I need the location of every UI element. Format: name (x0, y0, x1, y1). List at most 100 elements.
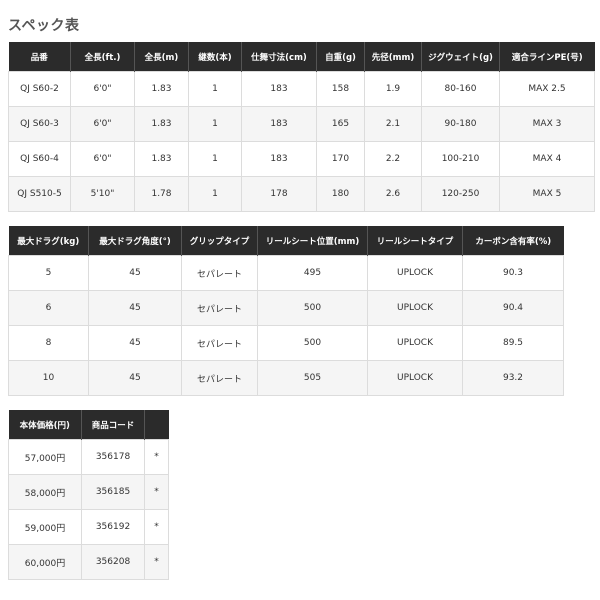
table-cell: 90.3 (462, 255, 564, 291)
spec-table: 品番 全長(ft.) 全長(m) 継数(本) 仕舞寸法(cm) 自重(g) 先径… (8, 42, 595, 212)
header-cell: リールシート位置(mm) (257, 226, 368, 256)
table-cell: 180 (316, 176, 365, 212)
table-cell: 356208 (81, 544, 145, 580)
table-cell: QJ S510-5 (8, 176, 71, 212)
header-cell: 適合ラインPE(号) (499, 42, 595, 72)
table-cell: 6 (8, 290, 89, 326)
table-cell: 1.83 (134, 141, 189, 177)
table-cell: 165 (316, 106, 365, 142)
table-cell: 80-160 (421, 71, 500, 107)
table-cell: 500 (257, 290, 368, 326)
table-cell: 89.5 (462, 325, 564, 361)
table-row: QJ S510-5 5'10" 1.78 1 178 180 2.6 120-2… (8, 176, 595, 212)
table-header-row: 本体価格(円) 商品コード (8, 410, 169, 440)
price-table: 本体価格(円) 商品コード 57,000円 356178 * 58,000円 3… (8, 410, 169, 580)
table-cell: 158 (316, 71, 365, 107)
table-row: QJ S60-4 6'0" 1.83 1 183 170 2.2 100-210… (8, 141, 595, 177)
table-cell: MAX 4 (499, 141, 595, 177)
table-cell: 1.83 (134, 71, 189, 107)
table-cell: UPLOCK (367, 290, 463, 326)
header-cell: 本体価格(円) (8, 410, 82, 440)
table-cell: 500 (257, 325, 368, 361)
table-cell: 356192 (81, 509, 145, 545)
table-cell: 356178 (81, 439, 145, 475)
table-cell: 178 (241, 176, 317, 212)
table-cell: セパレート (181, 325, 258, 361)
table-cell: UPLOCK (367, 360, 463, 396)
table-cell: 58,000円 (8, 474, 82, 510)
header-cell: 継数(本) (188, 42, 242, 72)
table-row: QJ S60-2 6'0" 1.83 1 183 158 1.9 80-160 … (8, 71, 595, 107)
table-cell: MAX 5 (499, 176, 595, 212)
table-header-row: 最大ドラグ(kg) 最大ドラグ角度(°) グリップタイプ リールシート位置(mm… (8, 226, 564, 256)
table-cell: 57,000円 (8, 439, 82, 475)
table-cell: 60,000円 (8, 544, 82, 580)
header-cell: 自重(g) (316, 42, 365, 72)
header-cell: リールシートタイプ (367, 226, 463, 256)
table-cell: QJ S60-4 (8, 141, 71, 177)
table-cell: 10 (8, 360, 89, 396)
table-cell: セパレート (181, 360, 258, 396)
table-cell: 45 (88, 325, 182, 361)
table-cell: 100-210 (421, 141, 500, 177)
table-row: 10 45 セパレート 505 UPLOCK 93.2 (8, 360, 564, 396)
table-header-row: 品番 全長(ft.) 全長(m) 継数(本) 仕舞寸法(cm) 自重(g) 先径… (8, 42, 595, 72)
table-cell: セパレート (181, 290, 258, 326)
table-cell: * (144, 509, 169, 545)
table-cell: MAX 3 (499, 106, 595, 142)
table-cell: UPLOCK (367, 325, 463, 361)
table-cell: QJ S60-3 (8, 106, 71, 142)
table-cell: 2.1 (364, 106, 422, 142)
table-cell: 183 (241, 106, 317, 142)
table-row: 58,000円 356185 * (8, 474, 169, 510)
table-cell: 495 (257, 255, 368, 291)
table-row: 6 45 セパレート 500 UPLOCK 90.4 (8, 290, 564, 326)
header-cell: カーボン含有率(%) (462, 226, 564, 256)
table-cell: 6'0" (70, 71, 135, 107)
table-cell: MAX 2.5 (499, 71, 595, 107)
header-cell: 品番 (8, 42, 71, 72)
table-cell: UPLOCK (367, 255, 463, 291)
table-cell: セパレート (181, 255, 258, 291)
table-cell: 6'0" (70, 141, 135, 177)
table-cell: 183 (241, 141, 317, 177)
table-row: 8 45 セパレート 500 UPLOCK 89.5 (8, 325, 564, 361)
header-cell (144, 410, 169, 440)
table-cell: 1 (188, 176, 242, 212)
header-cell: 商品コード (81, 410, 145, 440)
table-cell: * (144, 544, 169, 580)
header-cell: 先径(mm) (364, 42, 422, 72)
table-cell: QJ S60-2 (8, 71, 71, 107)
table-cell: 1 (188, 71, 242, 107)
table-row: 5 45 セパレート 495 UPLOCK 90.3 (8, 255, 564, 291)
table-row: 57,000円 356178 * (8, 439, 169, 475)
table-cell: 505 (257, 360, 368, 396)
header-cell: ジグウェイト(g) (421, 42, 500, 72)
table-cell: 356185 (81, 474, 145, 510)
table-cell: 120-250 (421, 176, 500, 212)
table-cell: * (144, 439, 169, 475)
table-cell: 1 (188, 106, 242, 142)
table-row: QJ S60-3 6'0" 1.83 1 183 165 2.1 90-180 … (8, 106, 595, 142)
table-cell: 8 (8, 325, 89, 361)
table-cell: 45 (88, 360, 182, 396)
table-cell: 1.9 (364, 71, 422, 107)
table-cell: 45 (88, 255, 182, 291)
table-cell: 5'10" (70, 176, 135, 212)
table-cell: 1.83 (134, 106, 189, 142)
page-title: スペック表 (8, 18, 80, 34)
header-cell: 全長(m) (134, 42, 189, 72)
table-cell: 59,000円 (8, 509, 82, 545)
header-cell: 仕舞寸法(cm) (241, 42, 317, 72)
header-cell: グリップタイプ (181, 226, 258, 256)
table-cell: 183 (241, 71, 317, 107)
table-cell: 2.6 (364, 176, 422, 212)
table-cell: 1.78 (134, 176, 189, 212)
table-cell: * (144, 474, 169, 510)
table-cell: 1 (188, 141, 242, 177)
header-cell: 最大ドラグ(kg) (8, 226, 89, 256)
table-cell: 6'0" (70, 106, 135, 142)
drag-table: 最大ドラグ(kg) 最大ドラグ角度(°) グリップタイプ リールシート位置(mm… (8, 226, 564, 396)
header-cell: 最大ドラグ角度(°) (88, 226, 182, 256)
table-cell: 93.2 (462, 360, 564, 396)
